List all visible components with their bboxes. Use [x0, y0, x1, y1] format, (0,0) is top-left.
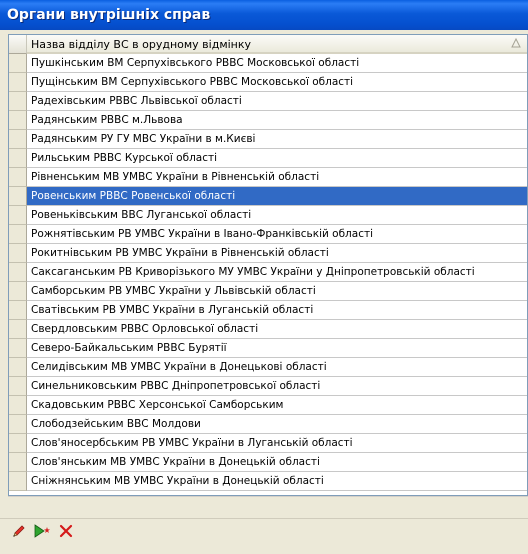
row-indicator[interactable] [9, 92, 27, 111]
table-row[interactable]: Свердловським РВВС Орловської області [9, 320, 527, 339]
row-indicator[interactable] [9, 339, 27, 358]
row-cell-name[interactable]: Пущінським ВМ Серпухівського РВВС Москов… [27, 73, 527, 92]
row-indicator[interactable] [9, 301, 27, 320]
row-cell-name[interactable]: Радянським РУ ГУ МВС України в м.Києві [27, 130, 527, 149]
row-indicator[interactable] [9, 415, 27, 434]
row-cell-name[interactable]: Саксаганським РВ Криворізького МУ УМВС У… [27, 263, 527, 282]
table-row[interactable]: Слов'яносербським РВ УМВС України в Луга… [9, 434, 527, 453]
table-row[interactable]: Северо-Байкальським РВВС Бурятії [9, 339, 527, 358]
pencil-icon [13, 525, 25, 537]
table-row[interactable]: Пущінським ВМ Серпухівського РВВС Москов… [9, 73, 527, 92]
header-indicator-cell [9, 35, 27, 54]
table-row[interactable]: Саксаганським РВ Криворізького МУ УМВС У… [9, 263, 527, 282]
data-grid[interactable]: Назва відділу ВС в орудному відмінку Пуш… [8, 34, 528, 496]
row-cell-name[interactable]: Слов'яносербським РВ УМВС України в Луга… [27, 434, 527, 453]
row-indicator[interactable] [9, 244, 27, 263]
row-cell-name[interactable]: Свердловським РВВС Орловської області [27, 320, 527, 339]
table-row[interactable]: Слободзейським ВВС Молдови [9, 415, 527, 434]
row-indicator[interactable] [9, 54, 27, 73]
row-cell-name[interactable]: Селидівським МВ УМВС України в Донецьков… [27, 358, 527, 377]
row-cell-name[interactable]: Северо-Байкальським РВВС Бурятії [27, 339, 527, 358]
row-indicator[interactable] [9, 263, 27, 282]
row-indicator[interactable] [9, 320, 27, 339]
row-cell-name[interactable]: Самборським РВ УМВС України у Львівській… [27, 282, 527, 301]
row-indicator[interactable] [9, 225, 27, 244]
row-indicator[interactable] [9, 434, 27, 453]
row-cell-name[interactable]: Радянським РВВС м.Львова [27, 111, 527, 130]
table-row[interactable]: Радянським РУ ГУ МВС України в м.Києві [9, 130, 527, 149]
table-row[interactable]: Рокитнівським РВ УМВС України в Рівненсь… [9, 244, 527, 263]
row-indicator[interactable] [9, 168, 27, 187]
row-cell-name[interactable]: Сватівським РВ УМВС України в Луганській… [27, 301, 527, 320]
add-button[interactable] [33, 522, 51, 540]
row-cell-name[interactable]: Рокитнівським РВ УМВС України в Рівненсь… [27, 244, 527, 263]
table-row[interactable]: Рівненським МВ УМВС України в Рівненські… [9, 168, 527, 187]
grid-rows: Пушкінським ВМ Серпухівського РВВС Моско… [9, 54, 527, 491]
row-indicator[interactable] [9, 396, 27, 415]
table-row[interactable]: Самборським РВ УМВС України у Львівській… [9, 282, 527, 301]
row-indicator[interactable] [9, 206, 27, 225]
row-indicator[interactable] [9, 377, 27, 396]
table-row[interactable]: Скадовським РВВС Херсонської Самборським [9, 396, 527, 415]
table-row[interactable]: Радянським РВВС м.Львова [9, 111, 527, 130]
row-cell-name[interactable]: Слов'янським МВ УМВС України в Донецькій… [27, 453, 527, 472]
table-row[interactable]: Рильським РВВС Курської області [9, 149, 527, 168]
toolbar [0, 518, 528, 554]
red-x-icon [59, 524, 73, 538]
row-indicator[interactable] [9, 453, 27, 472]
delete-button[interactable] [57, 522, 75, 540]
row-cell-name[interactable]: Слободзейським ВВС Молдови [27, 415, 527, 434]
row-indicator[interactable] [9, 130, 27, 149]
row-cell-name[interactable]: Ровеньківським ВВС Луганської області [27, 206, 527, 225]
row-indicator[interactable] [9, 358, 27, 377]
row-cell-name[interactable]: Рильським РВВС Курської області [27, 149, 527, 168]
table-row[interactable]: Синельниковським РВВС Дніпропетровської … [9, 377, 527, 396]
table-row[interactable]: Ровенським РВВС Ровенської області [9, 187, 527, 206]
table-row[interactable]: Сватівським РВ УМВС України в Луганській… [9, 301, 527, 320]
sort-ascending-icon [511, 38, 521, 48]
row-cell-name[interactable]: Синельниковським РВВС Дніпропетровської … [27, 377, 527, 396]
table-row[interactable]: Сніжнянським МВ УМВС України в Донецькій… [9, 472, 527, 491]
table-row[interactable]: Рожнятівським РВ УМВС України в Івано-Фр… [9, 225, 527, 244]
row-cell-name[interactable]: Рівненським МВ УМВС України в Рівненські… [27, 168, 527, 187]
main-window: Органи внутрішніх справ Назва відділу ВС… [0, 0, 528, 554]
row-cell-name[interactable]: Скадовським РВВС Херсонської Самборським [27, 396, 527, 415]
horizontal-scrollbar[interactable] [8, 496, 528, 518]
row-cell-name[interactable]: Ровенським РВВС Ровенської області [27, 187, 527, 206]
row-indicator[interactable] [9, 111, 27, 130]
row-cell-name[interactable]: Сніжнянським МВ УМВС України в Донецькій… [27, 472, 527, 491]
row-indicator[interactable] [9, 472, 27, 491]
column-header-name[interactable]: Назва відділу ВС в орудному відмінку [27, 35, 527, 54]
edit-button[interactable] [10, 522, 28, 540]
row-cell-name[interactable]: Радехівським РВВС Львівської області [27, 92, 527, 111]
table-row[interactable]: Слов'янським МВ УМВС України в Донецькій… [9, 453, 527, 472]
row-cell-name[interactable]: Рожнятівським РВ УМВС України в Івано-Фр… [27, 225, 527, 244]
row-indicator[interactable] [9, 282, 27, 301]
row-indicator[interactable] [9, 73, 27, 92]
row-indicator[interactable] [9, 187, 27, 206]
table-row[interactable]: Селидівським МВ УМВС України в Донецьков… [9, 358, 527, 377]
table-row[interactable]: Ровеньківським ВВС Луганської області [9, 206, 527, 225]
row-cell-name[interactable]: Пушкінським ВМ Серпухівського РВВС Моско… [27, 54, 527, 73]
row-indicator[interactable] [9, 149, 27, 168]
table-row[interactable]: Пушкінським ВМ Серпухівського РВВС Моско… [9, 54, 527, 73]
grid-header: Назва відділу ВС в орудному відмінку [9, 35, 527, 54]
play-star-icon [34, 524, 50, 538]
window-title: Органи внутрішніх справ [0, 0, 528, 30]
table-row[interactable]: Радехівським РВВС Львівської області [9, 92, 527, 111]
column-header-label: Назва відділу ВС в орудному відмінку [31, 38, 252, 51]
